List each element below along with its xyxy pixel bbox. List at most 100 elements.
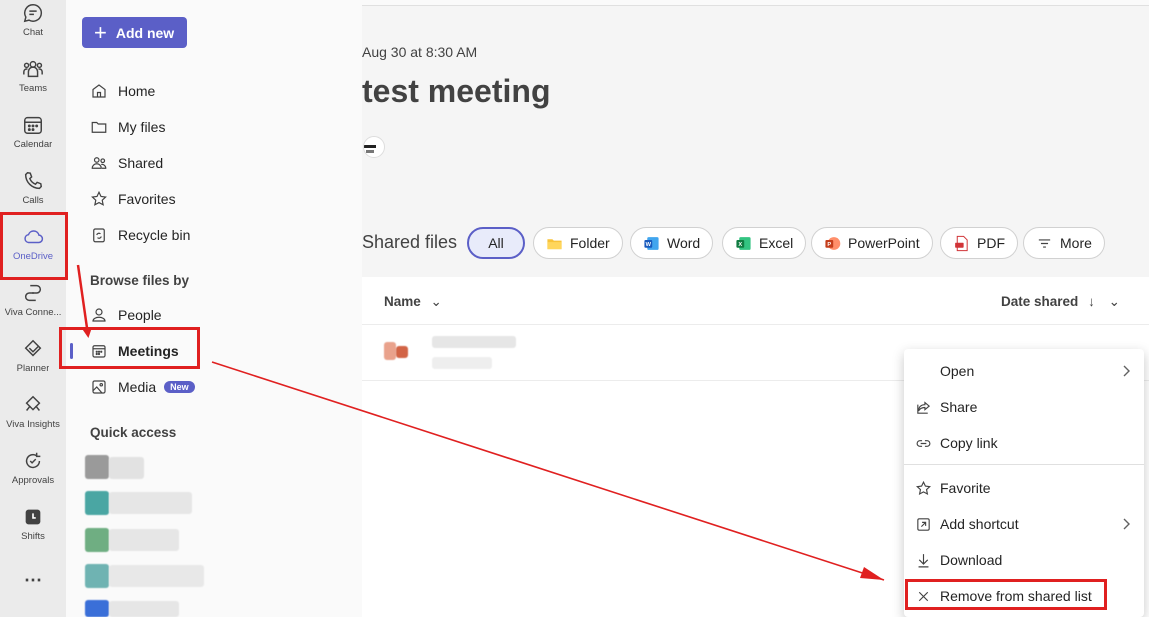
- menu-label: Open: [940, 363, 975, 379]
- filter-chip-excel[interactable]: X Excel: [722, 227, 807, 259]
- people-icon: [91, 157, 107, 169]
- rail-item-teams[interactable]: Teams: [0, 58, 66, 108]
- rail-label: Viva Insights: [6, 419, 60, 430]
- viva-connections-icon: [24, 284, 42, 302]
- excel-icon: X: [736, 236, 751, 250]
- planner-icon: [24, 339, 42, 357]
- chevron-down-icon: ⌄: [430, 294, 442, 309]
- rail-item-planner[interactable]: Planner: [0, 338, 66, 388]
- rail-label: Planner: [16, 363, 50, 374]
- nav-label: Media: [118, 379, 157, 395]
- chip-label: Word: [667, 235, 701, 251]
- nav-label: Shared: [118, 155, 164, 171]
- filter-chip-folder[interactable]: Folder: [533, 227, 623, 259]
- filter-chip-pdf[interactable]: PDF: [940, 227, 1018, 259]
- chip-label: All: [488, 235, 504, 251]
- menu-item-favorite[interactable]: Favorite: [904, 472, 1144, 504]
- rail-label: Approvals: [11, 475, 55, 486]
- menu-item-add-shortcut[interactable]: Add shortcut: [904, 508, 1144, 540]
- add-new-button[interactable]: + Add new: [82, 17, 187, 48]
- person-icon: [92, 308, 106, 322]
- filter-chip-powerpoint[interactable]: P PowerPoint: [811, 227, 933, 259]
- rail-item-approvals[interactable]: Approvals: [0, 450, 66, 500]
- onedrive-nav-pane: + Add new Home My files Shared Favorites…: [66, 0, 362, 617]
- teams-icon: [23, 60, 43, 78]
- svg-text:X: X: [738, 241, 742, 247]
- folder-icon: [91, 121, 107, 133]
- calendar-icon: [24, 116, 42, 134]
- rail-item-calendar[interactable]: Calendar: [0, 114, 66, 164]
- rail-item-viva-insights[interactable]: Viva Insights: [0, 394, 66, 444]
- more-icon: ⋯: [24, 570, 42, 590]
- rail-item-viva-connections[interactable]: Viva Conne...: [0, 282, 66, 332]
- nav-label: Home: [118, 83, 156, 99]
- sort-arrow-down-icon: ↓: [1088, 294, 1095, 309]
- filter-chip-word[interactable]: W Word: [630, 227, 714, 259]
- filter-icon: [1038, 238, 1051, 248]
- menu-label: Favorite: [940, 480, 991, 496]
- rail-label: Shifts: [21, 531, 45, 542]
- nav-item-favorites[interactable]: Favorites: [90, 187, 176, 211]
- rail-label: Calls: [22, 195, 44, 206]
- plus-icon: +: [94, 19, 107, 45]
- svg-text:P: P: [827, 241, 831, 247]
- share-icon: [917, 400, 931, 414]
- column-header-date-shared[interactable]: Date shared ↓ ⌄: [1001, 294, 1120, 310]
- nav-item-recycle-bin[interactable]: Recycle bin: [90, 223, 190, 247]
- nav-label: My files: [118, 119, 166, 135]
- approvals-icon: [25, 452, 41, 469]
- nav-item-shared[interactable]: Shared: [90, 151, 163, 175]
- nav-item-my-files[interactable]: My files: [90, 115, 165, 139]
- menu-item-download[interactable]: Download: [904, 544, 1144, 576]
- chevron-right-icon: [1123, 365, 1130, 377]
- nav-label: People: [118, 307, 162, 323]
- top-divider: [362, 0, 1149, 6]
- nav-label: Recycle bin: [118, 227, 191, 243]
- nav-item-media[interactable]: Media New: [90, 375, 195, 399]
- menu-item-share[interactable]: Share: [904, 391, 1144, 423]
- file-context-menu: Open Share Copy link Favorite Add shortc…: [904, 349, 1144, 617]
- nav-item-people[interactable]: People: [90, 303, 162, 327]
- rail-label: Viva Conne...: [4, 307, 62, 318]
- browse-files-heading: Browse files by: [90, 273, 190, 288]
- highlight-remove-from-shared-list: [905, 579, 1107, 610]
- recycle-bin-icon: [93, 228, 105, 243]
- shifts-icon: [25, 509, 41, 525]
- quick-access-heading: Quick access: [90, 425, 177, 440]
- highlight-meetings: [59, 327, 200, 369]
- chip-label: PowerPoint: [848, 235, 920, 251]
- add-new-label: Add new: [115, 24, 175, 41]
- menu-label: Share: [940, 399, 978, 415]
- nav-item-home[interactable]: Home: [90, 79, 155, 103]
- nav-label: Favorites: [118, 191, 176, 207]
- more-apps-button[interactable]: ⋯: [0, 570, 66, 590]
- download-icon: [918, 553, 929, 567]
- powerpoint-icon: P: [825, 236, 841, 250]
- menu-item-copy-link[interactable]: Copy link: [904, 427, 1144, 459]
- rail-item-chat[interactable]: Chat: [0, 2, 66, 52]
- rail-label: Teams: [19, 83, 47, 94]
- filter-chip-all[interactable]: All: [467, 227, 525, 259]
- highlight-onedrive: [0, 212, 68, 280]
- app-rail: Chat Teams Calendar Calls OneDrive Viva …: [0, 0, 66, 617]
- chip-label: Excel: [759, 235, 794, 251]
- avatar[interactable]: [363, 136, 385, 158]
- chip-label: Folder: [570, 235, 610, 251]
- rail-item-shifts[interactable]: Shifts: [0, 506, 66, 556]
- shortcut-icon: [917, 517, 930, 531]
- viva-insights-icon: [25, 395, 41, 411]
- word-icon: W: [644, 236, 659, 250]
- chevron-down-icon: ⌄: [1108, 294, 1120, 309]
- phone-icon: [24, 171, 43, 190]
- filter-chip-more[interactable]: More: [1023, 227, 1105, 259]
- rail-label: Chat: [22, 27, 44, 38]
- meeting-date: Aug 30 at 8:30 AM: [362, 44, 478, 60]
- link-icon: [916, 439, 931, 447]
- chat-icon: [23, 4, 43, 23]
- column-header-name[interactable]: Name ⌄: [384, 294, 442, 310]
- folder-icon: [547, 238, 562, 249]
- menu-item-open[interactable]: Open: [904, 355, 1144, 387]
- rail-label: Calendar: [13, 139, 53, 150]
- chip-label: PDF: [977, 235, 1005, 251]
- new-badge: New: [164, 381, 195, 393]
